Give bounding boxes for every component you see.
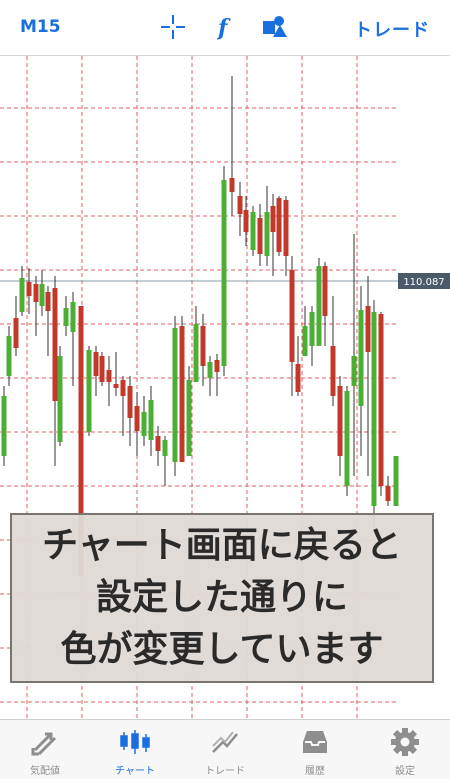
crosshair-icon[interactable] bbox=[158, 12, 188, 42]
candle-body bbox=[86, 350, 92, 432]
candle-body bbox=[93, 352, 99, 376]
candle-body bbox=[257, 218, 263, 254]
candle-body bbox=[378, 314, 384, 486]
candle-body bbox=[229, 178, 235, 192]
bottom-tab-bar: 気配値 チャート トレード 履歴 設定 bbox=[0, 719, 450, 779]
candle-body bbox=[172, 328, 178, 462]
timeframe-button[interactable]: M15 bbox=[20, 17, 61, 37]
top-toolbar: M15 f トレード bbox=[0, 0, 450, 56]
candle-body bbox=[127, 386, 133, 418]
candle-body bbox=[33, 284, 39, 302]
candle-body bbox=[106, 370, 112, 382]
caption-line-1: チャート画面に戻ると bbox=[42, 525, 402, 566]
candle-body bbox=[221, 180, 227, 366]
tab-trade-label: トレード bbox=[205, 766, 245, 777]
candle-body bbox=[148, 400, 154, 440]
candle-body bbox=[1, 396, 7, 456]
candle-body bbox=[52, 288, 58, 401]
candle-body bbox=[365, 306, 371, 352]
candle-body bbox=[134, 406, 140, 431]
candle-body bbox=[186, 380, 192, 456]
quotes-icon bbox=[31, 732, 57, 756]
candle-body bbox=[155, 436, 161, 451]
candle-body bbox=[120, 380, 126, 396]
candle-body bbox=[13, 318, 19, 348]
candle-body bbox=[289, 270, 295, 362]
candle-body bbox=[6, 336, 12, 376]
candle-body bbox=[207, 362, 213, 378]
chart-icon bbox=[120, 730, 150, 754]
candle-body bbox=[322, 266, 328, 316]
candle-body bbox=[113, 384, 119, 388]
history-icon bbox=[303, 731, 327, 753]
tab-chart[interactable]: チャート bbox=[90, 720, 180, 779]
tab-history-label: 履歴 bbox=[305, 766, 325, 777]
candle-body bbox=[237, 196, 243, 214]
candle-body bbox=[39, 284, 45, 306]
candle-body bbox=[250, 212, 256, 250]
candle-body bbox=[295, 364, 301, 392]
caption-line-3: 色が変更しています bbox=[60, 629, 384, 670]
candle-body bbox=[283, 200, 289, 256]
price-label: 110.087 bbox=[403, 277, 444, 288]
tab-settings[interactable]: 設定 bbox=[360, 720, 450, 779]
candle-body bbox=[200, 326, 206, 366]
tab-trade[interactable]: トレード bbox=[180, 720, 270, 779]
candle-body bbox=[330, 346, 336, 396]
tab-settings-label: 設定 bbox=[395, 766, 415, 777]
tab-chart-label: チャート bbox=[115, 766, 155, 777]
candle-body bbox=[45, 292, 51, 311]
candle-body bbox=[264, 212, 270, 256]
candle-body bbox=[99, 356, 105, 382]
objects-icon[interactable] bbox=[260, 12, 290, 42]
candle-body bbox=[70, 302, 76, 332]
candle-body bbox=[316, 266, 322, 346]
candle-body bbox=[393, 456, 399, 506]
caption-line-2: 設定した通りに bbox=[95, 577, 348, 618]
candle-body bbox=[243, 210, 249, 232]
candle-body bbox=[344, 391, 350, 486]
indicator-f-icon[interactable]: f bbox=[210, 12, 240, 42]
caption-overlay: チャート画面に戻ると 設定した通りに 色が変更しています bbox=[10, 513, 434, 683]
candle-body bbox=[385, 486, 391, 501]
candle-body bbox=[214, 360, 220, 372]
tab-quotes[interactable]: 気配値 bbox=[0, 720, 90, 779]
candle-body bbox=[309, 312, 315, 346]
trade-icon bbox=[212, 731, 238, 753]
candle-body bbox=[270, 206, 276, 232]
candle-body bbox=[63, 308, 69, 326]
candle-body bbox=[26, 282, 32, 296]
tab-history[interactable]: 履歴 bbox=[270, 720, 360, 779]
tab-quotes-label: 気配値 bbox=[30, 766, 60, 777]
gear-icon bbox=[391, 728, 419, 756]
candle-body bbox=[358, 310, 364, 406]
candle-body bbox=[193, 324, 199, 382]
svg-text:f: f bbox=[216, 15, 231, 41]
candle-body bbox=[276, 198, 282, 252]
candle-body bbox=[302, 326, 308, 356]
candle-body bbox=[179, 326, 185, 462]
candle-body bbox=[162, 440, 168, 456]
candle-body bbox=[141, 412, 147, 436]
candle-body bbox=[57, 356, 63, 442]
candle-body bbox=[371, 312, 377, 506]
candle-body bbox=[351, 356, 357, 386]
candle-body bbox=[337, 386, 343, 456]
trade-button[interactable]: トレード bbox=[354, 16, 430, 42]
candles bbox=[1, 76, 399, 576]
candle-body bbox=[19, 278, 25, 312]
